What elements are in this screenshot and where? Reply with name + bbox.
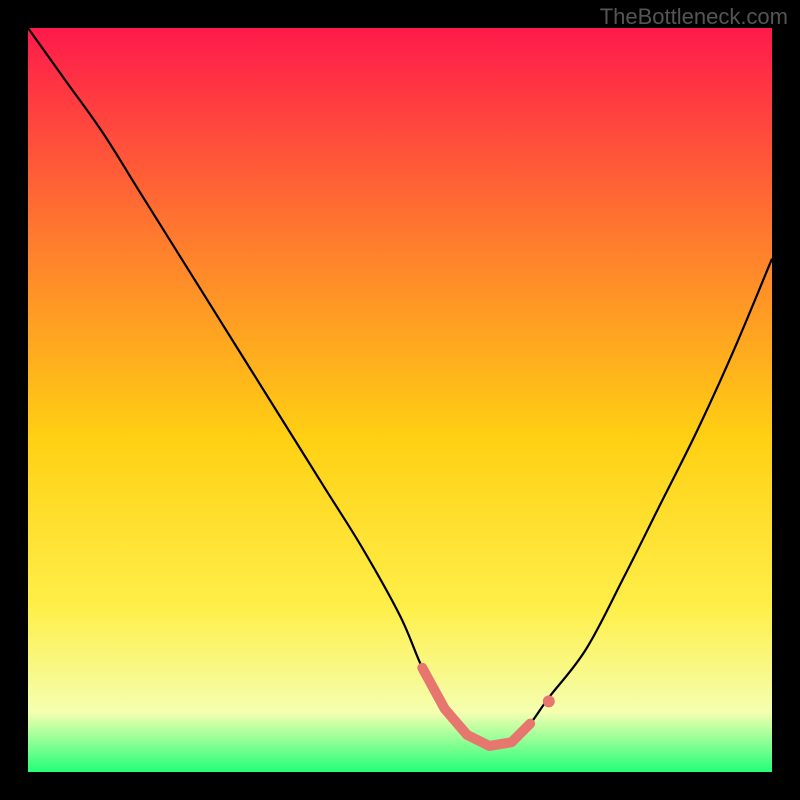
chart-svg	[28, 28, 772, 772]
chart-frame	[28, 28, 772, 772]
chart-background	[28, 28, 772, 772]
watermark-text: TheBottleneck.com	[600, 4, 788, 30]
bump-marker	[543, 695, 555, 707]
